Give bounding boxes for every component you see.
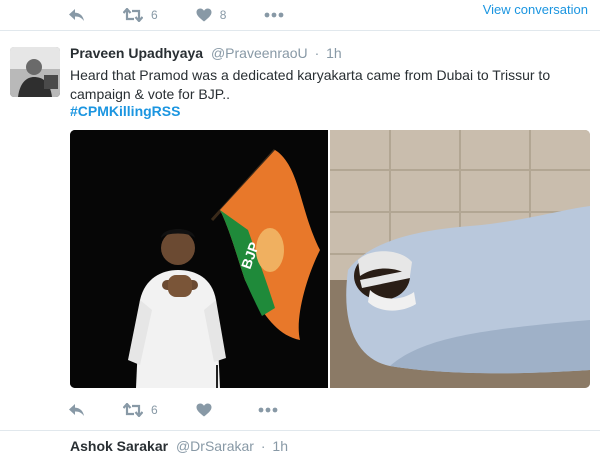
- hashtag-link[interactable]: #CPMKillingRSS: [70, 103, 180, 119]
- reply-icon: [69, 404, 84, 416]
- author-name[interactable]: Praveen Upadhyaya: [70, 45, 203, 61]
- tweet-timestamp[interactable]: 1h: [326, 45, 342, 61]
- avatar[interactable]: [10, 47, 60, 97]
- tweet-media[interactable]: BJP: [70, 130, 590, 388]
- next-author-name[interactable]: Ashok Sarakar: [70, 438, 168, 454]
- view-conversation-link[interactable]: View conversation: [483, 2, 588, 17]
- photo-man-with-flag: BJP: [70, 130, 328, 388]
- separator-dot: ·: [260, 438, 266, 454]
- next-tweet-timestamp[interactable]: 1h: [272, 438, 288, 454]
- more-button[interactable]: [258, 407, 278, 413]
- tweet-divider: [0, 30, 600, 31]
- tweet-actions: 6: [68, 397, 316, 423]
- retweet-icon: [123, 403, 143, 417]
- like-count: 8: [219, 8, 227, 22]
- previous-tweet-actions: 6 8: [68, 2, 322, 28]
- tweet-header: Praveen Upadhyaya @PraveenraoU · 1h: [70, 45, 342, 61]
- like-button[interactable]: 8: [196, 8, 227, 22]
- retweet-button[interactable]: 6: [123, 403, 158, 417]
- heart-icon: [196, 8, 212, 22]
- avatar-image: [10, 47, 60, 97]
- tweet-divider: [0, 430, 600, 431]
- next-author-handle[interactable]: @DrSarakar: [176, 438, 254, 454]
- tweet-text: Heard that Pramod was a dedicated karyak…: [70, 67, 551, 102]
- photo-hospital-body: [330, 130, 590, 388]
- retweet-count: 6: [151, 403, 158, 417]
- reply-button[interactable]: [68, 8, 85, 22]
- like-button[interactable]: [196, 403, 220, 417]
- retweet-count: 6: [151, 8, 158, 22]
- next-tweet-header: Ashok Sarakar @DrSarakar · 1h: [70, 438, 288, 454]
- reply-button[interactable]: [68, 403, 85, 417]
- reply-icon: [69, 9, 84, 21]
- author-handle[interactable]: @PraveenraoU: [211, 45, 308, 61]
- more-icon: [264, 12, 284, 18]
- retweet-button[interactable]: 6: [123, 8, 158, 22]
- media-photo-body[interactable]: [330, 130, 590, 388]
- more-button[interactable]: [264, 12, 284, 18]
- more-icon: [258, 407, 278, 413]
- heart-icon: [196, 403, 212, 417]
- retweet-icon: [123, 8, 143, 22]
- separator-dot: ·: [314, 45, 320, 61]
- media-photo-flag[interactable]: BJP: [70, 130, 328, 388]
